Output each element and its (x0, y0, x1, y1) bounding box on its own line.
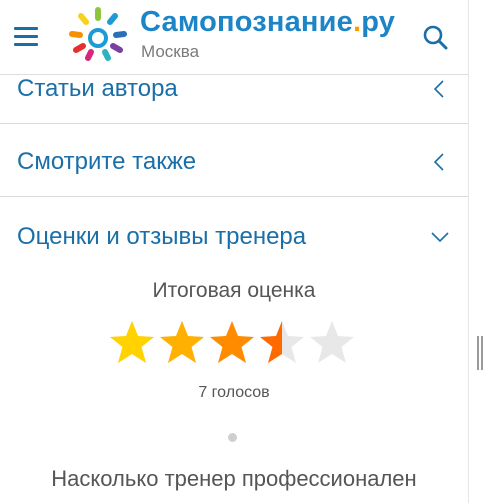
section-title: Статьи автора (17, 75, 178, 102)
section-trainer-reviews[interactable]: Оценки и отзывы тренера (0, 197, 468, 267)
chevron-down-icon (431, 232, 449, 243)
chevron-left-icon (433, 80, 444, 98)
rating-stars (108, 319, 360, 369)
brand-tld: ру (361, 6, 396, 38)
scrollbar-handle[interactable] (476, 336, 484, 370)
review-question: Насколько тренер профессионален (51, 466, 417, 491)
search-icon[interactable] (422, 24, 448, 50)
section-author-articles[interactable]: Статьи автора (0, 75, 468, 124)
rating-title: Итоговая оценка (152, 279, 316, 302)
star-empty-icon[interactable] (308, 319, 356, 367)
sun-logo-icon[interactable] (68, 6, 128, 66)
star-full-icon[interactable] (108, 319, 156, 367)
brand-name-text: Самопознание (140, 6, 353, 38)
site-header: Самопознание.ру Москва (0, 0, 468, 75)
city-label[interactable]: Москва (141, 42, 199, 62)
brand-name[interactable]: Самопознание.ру (140, 6, 395, 39)
chevron-left-icon (433, 153, 444, 171)
star-full-icon[interactable] (208, 319, 256, 367)
hamburger-menu-icon[interactable] (14, 25, 40, 47)
page: Самопознание.ру Москва Статьи автора Смо… (0, 0, 469, 503)
votes-count: 7 голосов (198, 384, 270, 401)
section-title: Смотрите также (17, 148, 197, 175)
star-full-icon[interactable] (158, 319, 206, 367)
star-half-icon[interactable] (258, 319, 306, 367)
section-see-also[interactable]: Смотрите также (0, 124, 468, 197)
section-title: Оценки и отзывы тренера (17, 223, 307, 250)
carousel-dot[interactable] (228, 433, 237, 442)
